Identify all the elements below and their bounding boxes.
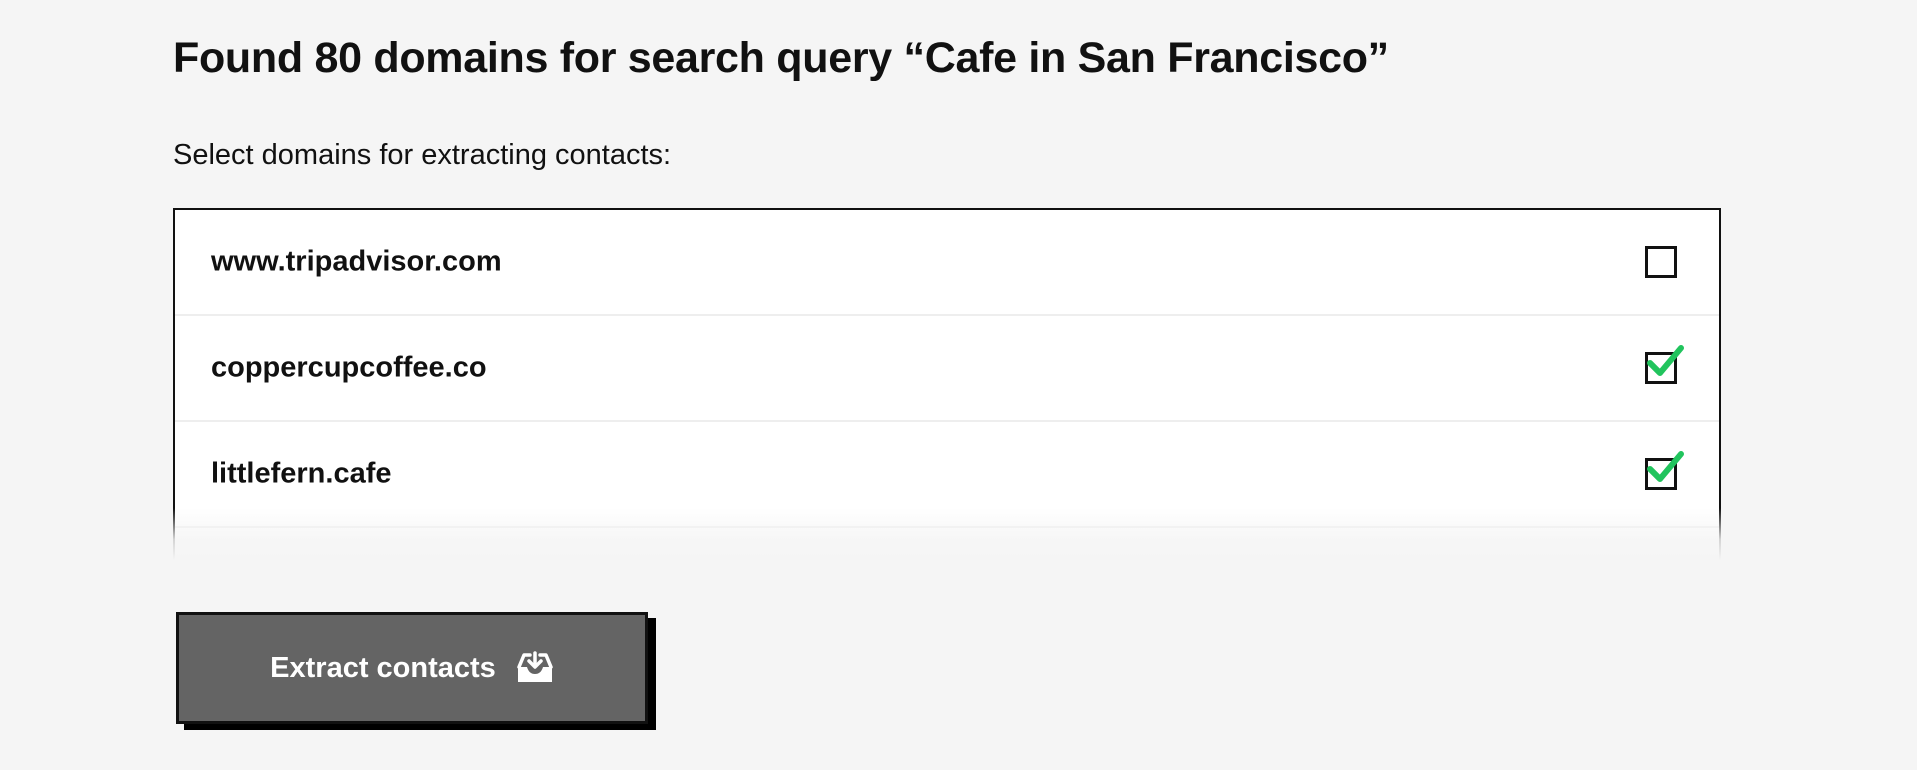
inbox-download-icon xyxy=(517,651,553,682)
checkmark-icon xyxy=(1647,451,1684,482)
domain-label: littlefern.cafe xyxy=(211,457,392,490)
checkmark-icon xyxy=(1647,345,1684,376)
domain-checkbox[interactable] xyxy=(1645,345,1684,384)
domain-checkbox[interactable] xyxy=(1645,246,1677,278)
page-subtitle: Select domains for extracting contacts: xyxy=(173,139,672,171)
domain-row[interactable]: littlefern.cafe xyxy=(175,422,1719,528)
extract-contacts-button[interactable]: Extract contacts xyxy=(176,612,648,724)
page-title: Found 80 domains for search query “Cafe … xyxy=(173,34,1389,82)
domain-list: www.tripadvisor.com coppercupcoffee.co l… xyxy=(173,208,1721,560)
domain-row[interactable]: www.tripadvisor.com xyxy=(175,210,1719,316)
domain-label: www.tripadvisor.com xyxy=(211,245,502,278)
domain-row[interactable]: coppercupcoffee.co xyxy=(175,316,1719,422)
domain-checkbox[interactable] xyxy=(1645,451,1684,490)
domain-label: coppercupcoffee.co xyxy=(211,351,487,384)
domain-list-viewport[interactable]: www.tripadvisor.com coppercupcoffee.co l… xyxy=(173,208,1721,560)
extract-contacts-label: Extract contacts xyxy=(270,651,496,684)
domain-row-partial xyxy=(175,528,1719,560)
